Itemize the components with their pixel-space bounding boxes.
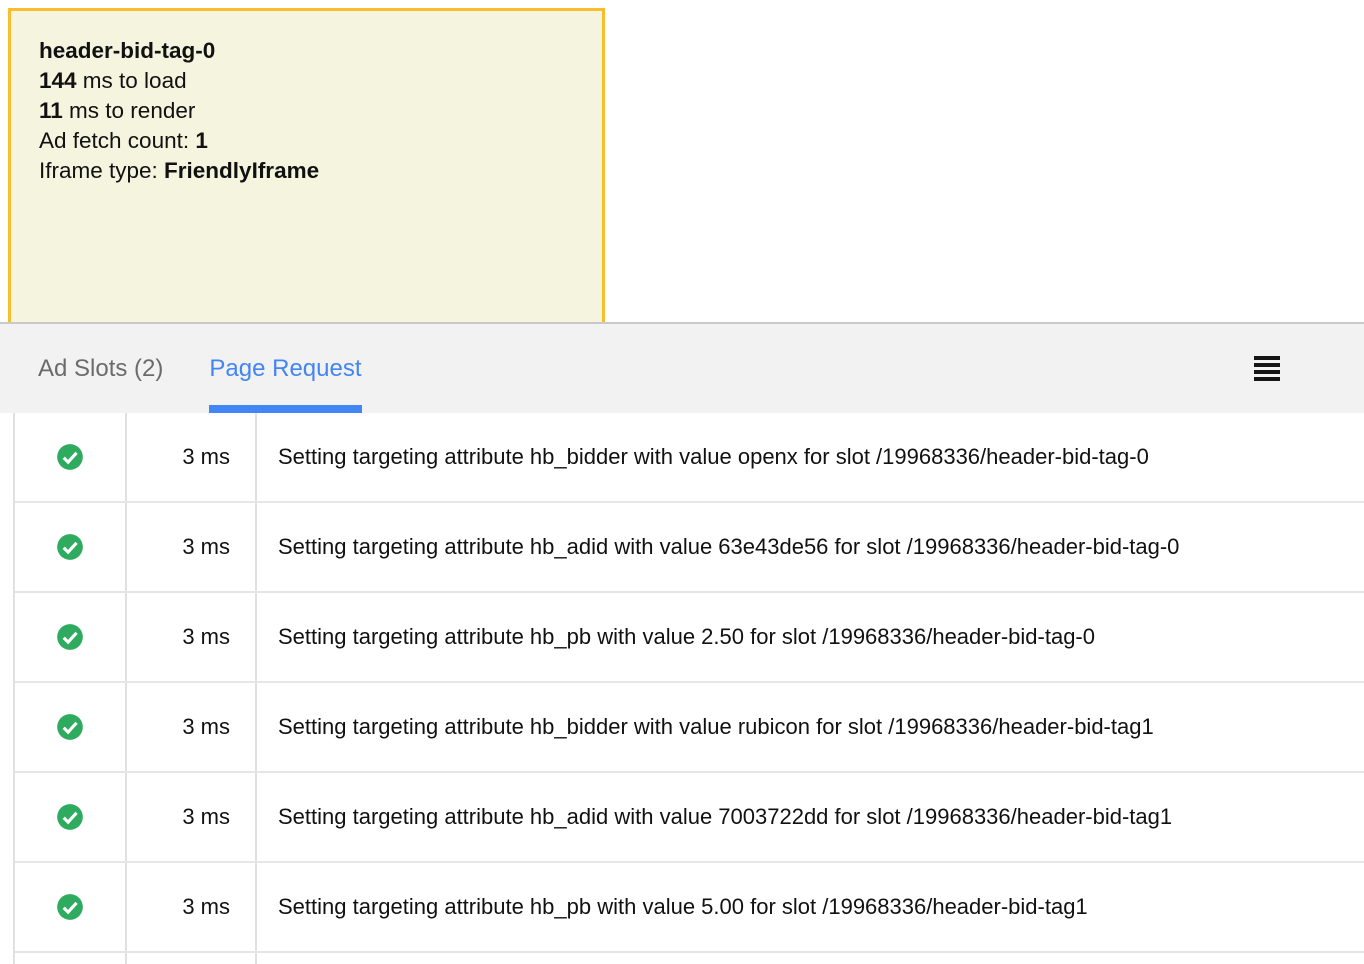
status-cell: [15, 683, 127, 771]
log-message: Setting targeting attribute hb_adid with…: [257, 503, 1364, 591]
iframe-type-value: FriendlyIframe: [164, 158, 319, 183]
elapsed-time: 3 ms: [127, 773, 257, 861]
success-check-icon: [56, 533, 84, 561]
log-message: Setting targeting attribute hb_adid with…: [257, 773, 1364, 861]
status-cell: [15, 503, 127, 591]
fetch-count-value: 1: [195, 128, 208, 153]
success-check-icon: [56, 713, 84, 741]
elapsed-time: 3 ms: [127, 503, 257, 591]
load-ms-label: ms to load: [77, 68, 187, 93]
slot-name: header-bid-tag-0: [39, 36, 574, 66]
slot-fetch-count: Ad fetch count: 1: [39, 126, 574, 156]
elapsed-time: 3 ms: [127, 683, 257, 771]
tab-page-request[interactable]: Page Request: [209, 324, 361, 413]
log-row: 3 ms Setting targeting attribute hb_bidd…: [15, 683, 1364, 773]
log-message: Setting targeting attribute hb_bidder wi…: [257, 683, 1364, 771]
slot-load-time: 144 ms to load: [39, 66, 574, 96]
elapsed-time: 3 ms: [127, 593, 257, 681]
log-message: Setting targeting attribute hb_pb with v…: [257, 593, 1364, 681]
slot-iframe-type: Iframe type: FriendlyIframe: [39, 156, 574, 186]
console-tab-bar: Ad Slots (2) Page Request: [0, 322, 1364, 413]
status-cell: [15, 593, 127, 681]
load-ms-value: 144: [39, 68, 77, 93]
slot-render-time: 11 ms to render: [39, 96, 574, 126]
log-row: 3 ms Setting targeting attribute hb_adid…: [15, 503, 1364, 593]
log-row: 3 ms Setting targeting attribute hb_pb w…: [15, 863, 1364, 953]
log-row-partial: [15, 953, 1364, 964]
log-row: 3 ms Setting targeting attribute hb_bidd…: [15, 413, 1364, 503]
elapsed-time: 3 ms: [127, 863, 257, 951]
publisher-console-panel: Ad Slots (2) Page Request 3 ms Setting t…: [0, 322, 1364, 964]
success-check-icon: [56, 803, 84, 831]
fetch-count-label: Ad fetch count:: [39, 128, 195, 153]
ad-slot-overlay: header-bid-tag-0 144 ms to load 11 ms to…: [8, 8, 605, 338]
status-cell: [15, 773, 127, 861]
elapsed-time: 3 ms: [127, 413, 257, 501]
render-ms-value: 11: [39, 98, 63, 123]
log-message: Setting targeting attribute hb_bidder wi…: [257, 413, 1364, 501]
page-request-log-table: 3 ms Setting targeting attribute hb_bidd…: [13, 413, 1364, 964]
status-cell: [15, 863, 127, 951]
success-check-icon: [56, 623, 84, 651]
list-menu-icon: [1254, 356, 1282, 381]
log-row: 3 ms Setting targeting attribute hb_pb w…: [15, 593, 1364, 683]
render-ms-label: ms to render: [63, 98, 196, 123]
log-row: 3 ms Setting targeting attribute hb_adid…: [15, 773, 1364, 863]
log-message: [257, 953, 1364, 964]
status-cell: [15, 953, 127, 964]
console-menu-button[interactable]: [1254, 356, 1282, 384]
success-check-icon: [56, 893, 84, 921]
elapsed-time: [127, 953, 257, 964]
success-check-icon: [56, 443, 84, 471]
tab-ad-slots[interactable]: Ad Slots (2): [38, 324, 163, 413]
log-message: Setting targeting attribute hb_pb with v…: [257, 863, 1364, 951]
status-cell: [15, 413, 127, 501]
iframe-type-label: Iframe type:: [39, 158, 164, 183]
